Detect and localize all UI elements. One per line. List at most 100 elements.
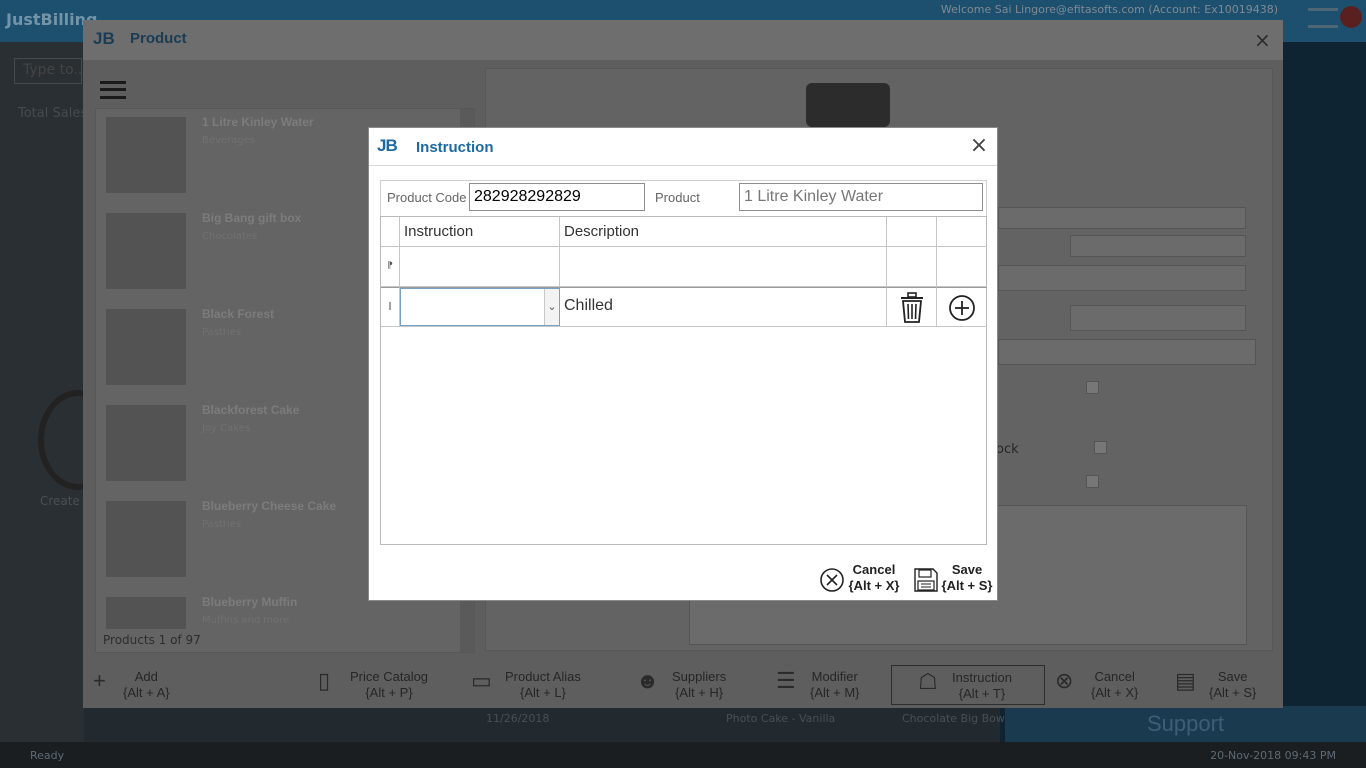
save-button[interactable]: Save {Alt + S}: [913, 562, 993, 598]
new-row-marker: ⁋: [381, 247, 400, 287]
instruction-button[interactable]: ☖ Instruction {Alt + T}: [891, 665, 1045, 705]
app-sidebar: Type to... Total Sales Create: [0, 42, 118, 742]
search-box[interactable]: Type to...: [14, 58, 82, 84]
trash-icon[interactable]: [897, 292, 927, 324]
gift-icon: [806, 83, 890, 127]
stock-label: ock: [996, 442, 1019, 457]
product-label: Product: [655, 190, 700, 205]
product-thumbnail: [106, 117, 186, 193]
detail-select[interactable]: [998, 265, 1246, 291]
modifier-button[interactable]: ☰ Modifier {Alt + M}: [776, 665, 876, 705]
product-code-field[interactable]: [469, 183, 645, 211]
save-shortcut: {Alt + S}: [941, 578, 993, 593]
column-header-description[interactable]: Description: [560, 217, 887, 247]
column-header-delete: [887, 217, 937, 247]
instruction-dialog: JB Instruction × Product Code Product In…: [368, 127, 998, 601]
product-dialog-title: Product: [130, 30, 187, 47]
chevron-down-icon[interactable]: ⌄: [544, 289, 559, 325]
detail-select[interactable]: [1070, 305, 1246, 331]
support-button[interactable]: Support: [1005, 706, 1366, 742]
row-header-corner: [381, 217, 400, 247]
cancel-label: Cancel: [1094, 669, 1135, 684]
product-thumbnail: [106, 309, 186, 385]
new-row-description-cell[interactable]: [560, 247, 887, 287]
hamburger-icon[interactable]: [1308, 8, 1338, 28]
save-button[interactable]: ▤ Save {Alt + S}: [1175, 665, 1275, 705]
modifier-shortcut: {Alt + M}: [810, 685, 860, 700]
catalog-icon: ▯: [318, 668, 331, 693]
add-shortcut: {Alt + A}: [123, 685, 170, 700]
cancel-shortcut: {Alt + X}: [1091, 685, 1139, 700]
suppliers-button[interactable]: ☻ Suppliers {Alt + H}: [636, 665, 736, 705]
bg-date: 11/26/2018: [486, 712, 550, 725]
product-name: Blueberry Cheese Cake: [202, 499, 337, 513]
cancel-icon: [820, 568, 844, 592]
save-label: Save: [1217, 669, 1248, 684]
bg-item-1: Photo Cake - Vanilla: [726, 712, 836, 725]
product-thumbnail: [106, 597, 186, 629]
checkbox[interactable]: [1086, 475, 1099, 488]
new-row-delete-cell: [887, 247, 937, 287]
product-dialog-logo: JB: [93, 29, 115, 48]
product-category: Beverages: [202, 135, 256, 146]
list-view-icon[interactable]: [100, 81, 126, 99]
description-cell[interactable]: Chilled: [560, 287, 887, 327]
product-category: Chocolates: [202, 231, 258, 242]
close-icon[interactable]: ×: [1254, 28, 1271, 52]
close-icon[interactable]: ×: [967, 134, 991, 158]
create-label: Create: [40, 494, 80, 508]
detail-select[interactable]: [998, 339, 1256, 365]
save-label: Save: [951, 562, 983, 577]
product-category: Pastries: [202, 519, 242, 530]
price-catalog-shortcut: {Alt + P}: [365, 685, 413, 700]
add-circle-icon[interactable]: [948, 294, 976, 322]
notification-icon[interactable]: [1340, 6, 1362, 28]
cancel-button[interactable]: Cancel {Alt + X}: [819, 562, 901, 598]
checkbox[interactable]: [1086, 381, 1099, 394]
add-button[interactable]: + Add {Alt + A}: [93, 665, 203, 705]
cancel-button[interactable]: ⊗ Cancel {Alt + X}: [1055, 665, 1155, 705]
detail-field[interactable]: [998, 207, 1246, 229]
product-count: Products 1 of 97: [103, 633, 201, 647]
add-cell: [937, 287, 987, 327]
row-cursor: I: [381, 287, 400, 327]
product-field[interactable]: [739, 183, 983, 211]
dialog-title: Instruction: [416, 139, 494, 156]
price-catalog-button[interactable]: ▯ Price Catalog {Alt + P}: [318, 665, 438, 705]
product-name: 1 Litre Kinley Water: [202, 115, 314, 129]
product-thumbnail: [106, 405, 186, 481]
description-value: Chilled: [564, 297, 613, 314]
checkbox[interactable]: [1094, 441, 1107, 454]
column-header-instruction[interactable]: Instruction: [400, 217, 560, 247]
status-datetime: 20-Nov-2018 09:43 PM: [1210, 749, 1336, 762]
product-dialog-titlebar: JB Product ×: [83, 20, 1283, 60]
suppliers-label: Suppliers: [672, 669, 727, 684]
product-alias-button[interactable]: ▭ Product Alias {Alt + L}: [471, 665, 591, 705]
search-placeholder: Type to...: [23, 62, 82, 78]
plus-icon: +: [93, 668, 106, 693]
status-bar: Ready 20-Nov-2018 09:43 PM: [0, 742, 1366, 768]
status-ready: Ready: [30, 749, 65, 762]
product-category: Pastries: [202, 327, 242, 338]
instruction-icon: ☖: [918, 669, 938, 694]
supplier-icon: ☻: [636, 668, 660, 693]
modifier-label: Modifier: [811, 669, 858, 684]
save-icon: [914, 568, 938, 592]
product-category: Joy Cakes: [202, 423, 251, 434]
suppliers-shortcut: {Alt + H}: [675, 685, 724, 700]
price-catalog-label: Price Catalog: [350, 669, 429, 684]
product-name: Blueberry Muffin: [202, 595, 298, 609]
welcome-text: Welcome Sai Lingore@efitasofts.com (Acco…: [940, 3, 1278, 16]
instruction-dropdown[interactable]: ⌄: [400, 288, 560, 326]
product-category: Muffins and more: [202, 615, 290, 626]
product-name: Black Forest: [202, 307, 275, 321]
detail-field[interactable]: [1070, 235, 1246, 257]
product-toolbar: + Add {Alt + A} ▯ Price Catalog {Alt + P} …: [83, 663, 1283, 708]
add-label: Add: [134, 669, 158, 684]
product-name: Big Bang gift box: [202, 211, 302, 225]
product-thumbnail: [106, 213, 186, 289]
instruction-dialog-titlebar: JB Instruction ×: [369, 128, 997, 166]
cancel-shortcut: {Alt + X}: [848, 578, 900, 593]
total-sales-label: Total Sales: [18, 106, 88, 121]
new-row-instruction-cell[interactable]: [400, 247, 560, 287]
